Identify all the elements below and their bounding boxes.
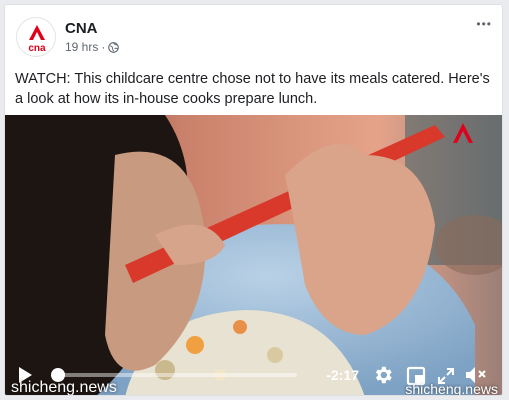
more-options-icon[interactable]: ••• [476, 17, 492, 31]
globe-icon[interactable] [108, 41, 120, 53]
meta-separator: · [101, 40, 106, 54]
post-card: cna CNA 19 hrs · ••• WATCH: This childca… [4, 4, 503, 396]
post-timestamp[interactable]: 19 hrs [65, 40, 98, 54]
watermark-left: shicheng.news [11, 379, 117, 396]
page-name-link[interactable]: CNA [65, 20, 98, 37]
page-avatar[interactable]: cna [16, 17, 56, 57]
logo-text: cna [28, 43, 46, 54]
progress-bar[interactable] [51, 368, 297, 382]
remaining-time: -2:17 [326, 367, 359, 383]
post-text: WATCH: This childcare centre chose not t… [15, 71, 490, 107]
gear-icon[interactable] [372, 364, 394, 386]
watermark-right: shicheng.news [405, 381, 498, 396]
cna-logo: cna [28, 25, 46, 54]
video-player[interactable]: -2:17 shicheng.news shicheng.news [5, 115, 502, 396]
post-meta: 19 hrs · [65, 40, 120, 54]
